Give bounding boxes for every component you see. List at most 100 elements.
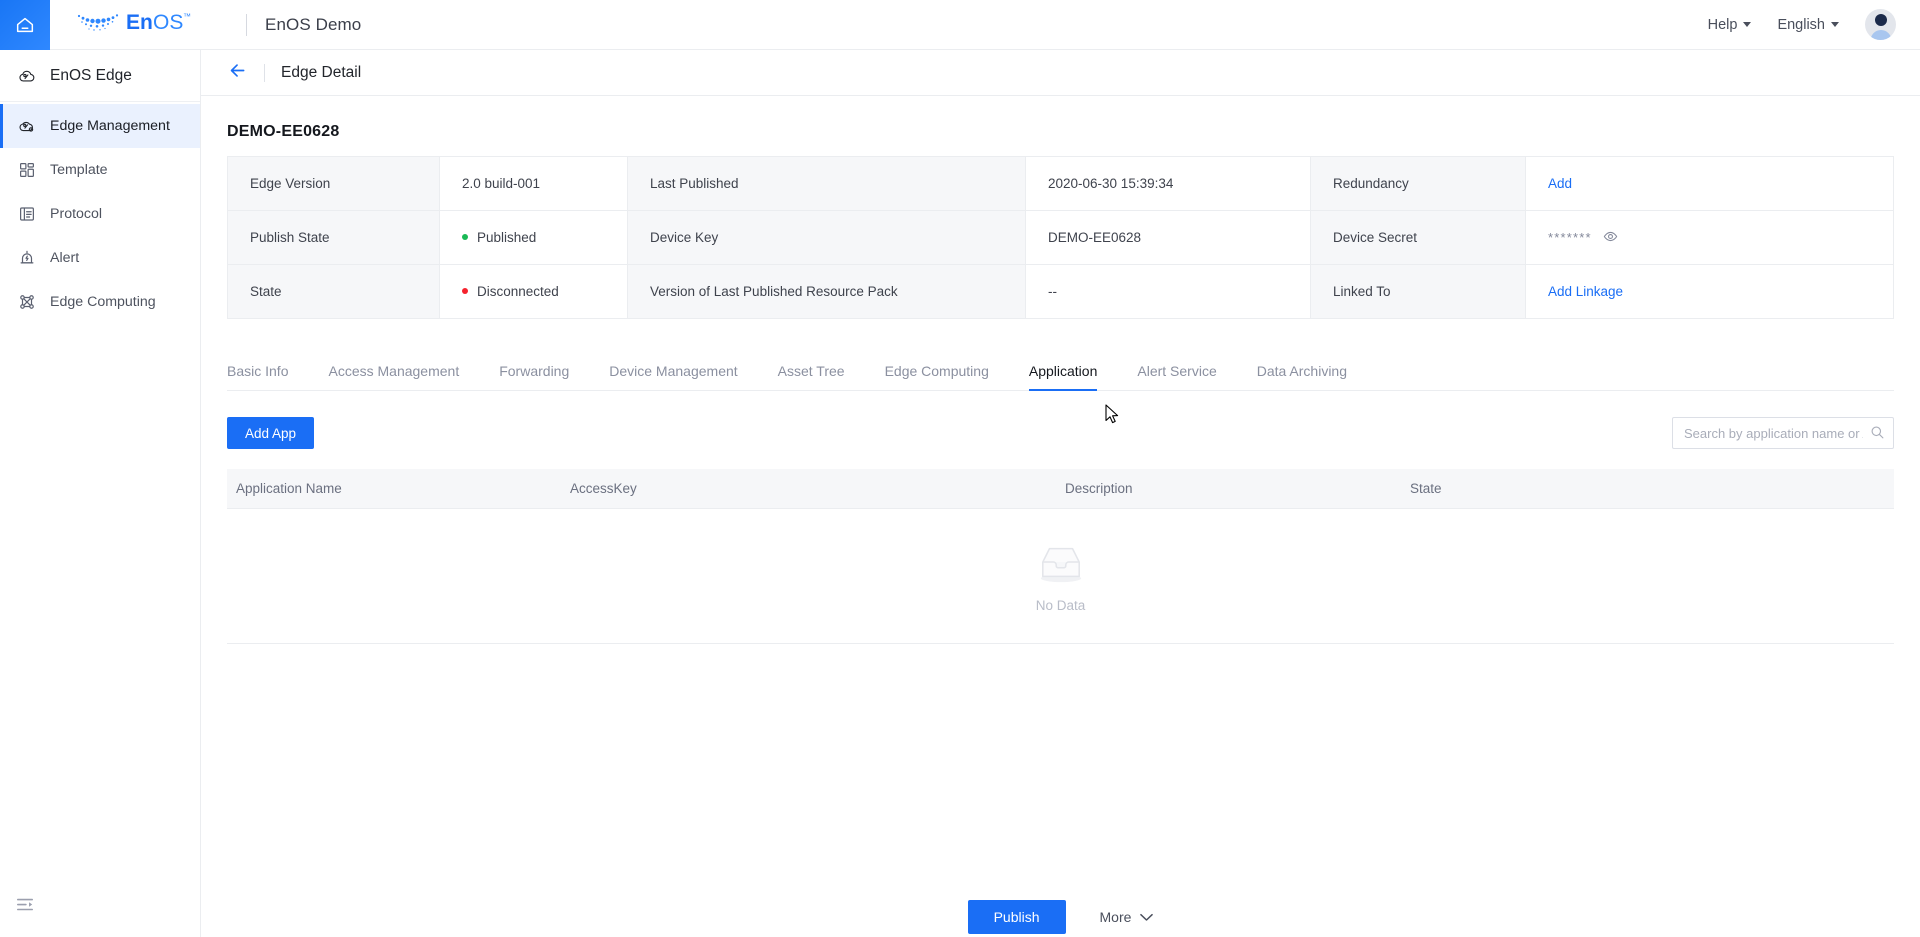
avatar[interactable] [1865, 9, 1896, 40]
tab-label: Asset Tree [778, 363, 845, 379]
status-dot-published [462, 234, 468, 240]
edge-cloud-icon [18, 67, 36, 85]
svg-text:OS: OS [153, 11, 183, 34]
info-label: Device Key [628, 211, 1026, 265]
device-secret-masked: ******* [1548, 230, 1592, 245]
table-header-row: Application Name AccessKey Description S… [227, 469, 1894, 509]
state-value: Disconnected [477, 284, 559, 299]
info-label: Linked To [1311, 265, 1526, 319]
chevron-down-icon [1831, 22, 1839, 27]
column-header-accesskey: AccessKey [562, 481, 1057, 496]
info-value: ******* [1526, 211, 1894, 265]
sidebar-item-edge-computing[interactable]: Edge Computing [0, 280, 200, 324]
info-value: Add Linkage [1526, 265, 1894, 319]
tab-data-archiving[interactable]: Data Archiving [1237, 364, 1367, 390]
sidebar-header: EnOS Edge [0, 50, 200, 102]
sidebar-collapse-button[interactable] [16, 896, 34, 919]
tab-alert-service[interactable]: Alert Service [1117, 364, 1236, 390]
language-menu[interactable]: English [1777, 17, 1839, 33]
tab-asset-tree[interactable]: Asset Tree [758, 364, 865, 390]
sidebar-item-edge-management[interactable]: Edge Management [0, 104, 200, 148]
info-value: -- [1026, 265, 1311, 319]
edge-info-table: Edge Version 2.0 build-001 Last Publishe… [227, 156, 1894, 319]
top-bar-right: Help English [1708, 9, 1920, 40]
avatar-body [1870, 30, 1891, 40]
empty-box-icon [1030, 540, 1092, 591]
device-secret-field: ******* [1548, 229, 1618, 247]
info-value: Disconnected [440, 265, 628, 319]
back-arrow-icon[interactable] [227, 60, 248, 86]
table-row: Edge Version 2.0 build-001 Last Publishe… [228, 157, 1894, 211]
page-title: Edge Detail [281, 64, 361, 82]
footer-actions: Publish More [227, 900, 1894, 934]
tab-label: Basic Info [227, 363, 288, 379]
add-app-button[interactable]: Add App [227, 417, 314, 449]
column-header-description: Description [1057, 481, 1402, 496]
tab-forwarding[interactable]: Forwarding [479, 364, 589, 390]
brand[interactable]: En OS ™ EnOS Demo [68, 7, 361, 42]
home-button[interactable] [0, 0, 50, 50]
home-icon [14, 14, 36, 36]
add-linkage-link[interactable]: Add Linkage [1548, 284, 1623, 299]
application-toolbar: Add App [227, 417, 1894, 449]
more-button[interactable]: More [1100, 909, 1154, 925]
tab-label: Alert Service [1137, 363, 1216, 379]
info-label: Version of Last Published Resource Pack [628, 265, 1026, 319]
info-value: DEMO-EE0628 [1026, 211, 1311, 265]
page-header: Edge Detail [201, 50, 1920, 96]
search-icon[interactable] [1870, 425, 1885, 445]
tab-label: Forwarding [499, 363, 569, 379]
tab-label: Data Archiving [1257, 363, 1347, 379]
sidebar: EnOS Edge Edge Management [0, 50, 201, 937]
edge-cloud-gear-icon [18, 117, 36, 135]
info-value: 2020-06-30 15:39:34 [1026, 157, 1311, 211]
protocol-list-icon [18, 205, 36, 223]
template-grid-icon [18, 161, 36, 179]
info-value: 2.0 build-001 [440, 157, 628, 211]
content-area: DEMO-EE0628 Edge Version 2.0 build-001 L… [201, 123, 1920, 934]
top-bar: En OS ™ EnOS Demo Help English [0, 0, 1920, 50]
avatar-head [1875, 14, 1887, 26]
search-input[interactable] [1672, 417, 1894, 449]
info-label: Redundancy [1311, 157, 1526, 211]
column-header-state: State [1402, 481, 1894, 496]
sidebar-collapse-icon [16, 901, 34, 918]
tab-device-management[interactable]: Device Management [589, 364, 757, 390]
sidebar-item-protocol[interactable]: Protocol [0, 192, 200, 236]
tab-label: Device Management [609, 363, 737, 379]
sidebar-item-template[interactable]: Template [0, 148, 200, 192]
publish-button[interactable]: Publish [968, 900, 1066, 934]
tab-edge-computing[interactable]: Edge Computing [865, 364, 1009, 390]
tab-label: Access Management [328, 363, 459, 379]
chevron-down-icon [1140, 909, 1153, 925]
header-divider [264, 64, 265, 82]
tab-application[interactable]: Application [1009, 364, 1118, 390]
svg-text:™: ™ [183, 12, 191, 21]
add-redundancy-link[interactable]: Add [1548, 176, 1572, 191]
sidebar-items: Edge Management Template [0, 102, 200, 324]
chevron-down-icon [1743, 22, 1751, 27]
tab-label: Application [1029, 363, 1098, 379]
tab-label: Edge Computing [885, 363, 989, 379]
app-title: EnOS Demo [265, 15, 361, 35]
help-menu[interactable]: Help [1708, 17, 1752, 33]
more-label: More [1100, 909, 1132, 925]
info-label: Publish State [228, 211, 440, 265]
sidebar-header-label: EnOS Edge [50, 67, 132, 85]
edge-computing-nodes-icon [18, 293, 36, 311]
info-label: State [228, 265, 440, 319]
table-row: State Disconnected Version of Last Publi… [228, 265, 1894, 319]
sidebar-item-label: Protocol [50, 206, 102, 222]
application-table: Application Name AccessKey Description S… [227, 469, 1894, 644]
svg-text:En: En [126, 11, 153, 34]
tab-access-management[interactable]: Access Management [308, 364, 479, 390]
sidebar-item-alert[interactable]: Alert [0, 236, 200, 280]
help-label: Help [1708, 17, 1738, 33]
eye-icon[interactable] [1603, 229, 1618, 247]
enos-logo-icon: En OS ™ [68, 7, 228, 42]
sidebar-item-label: Edge Computing [50, 294, 156, 310]
empty-state: No Data [227, 509, 1894, 644]
tab-basic-info[interactable]: Basic Info [227, 364, 308, 390]
device-name: DEMO-EE0628 [227, 123, 1894, 141]
info-label: Edge Version [228, 157, 440, 211]
